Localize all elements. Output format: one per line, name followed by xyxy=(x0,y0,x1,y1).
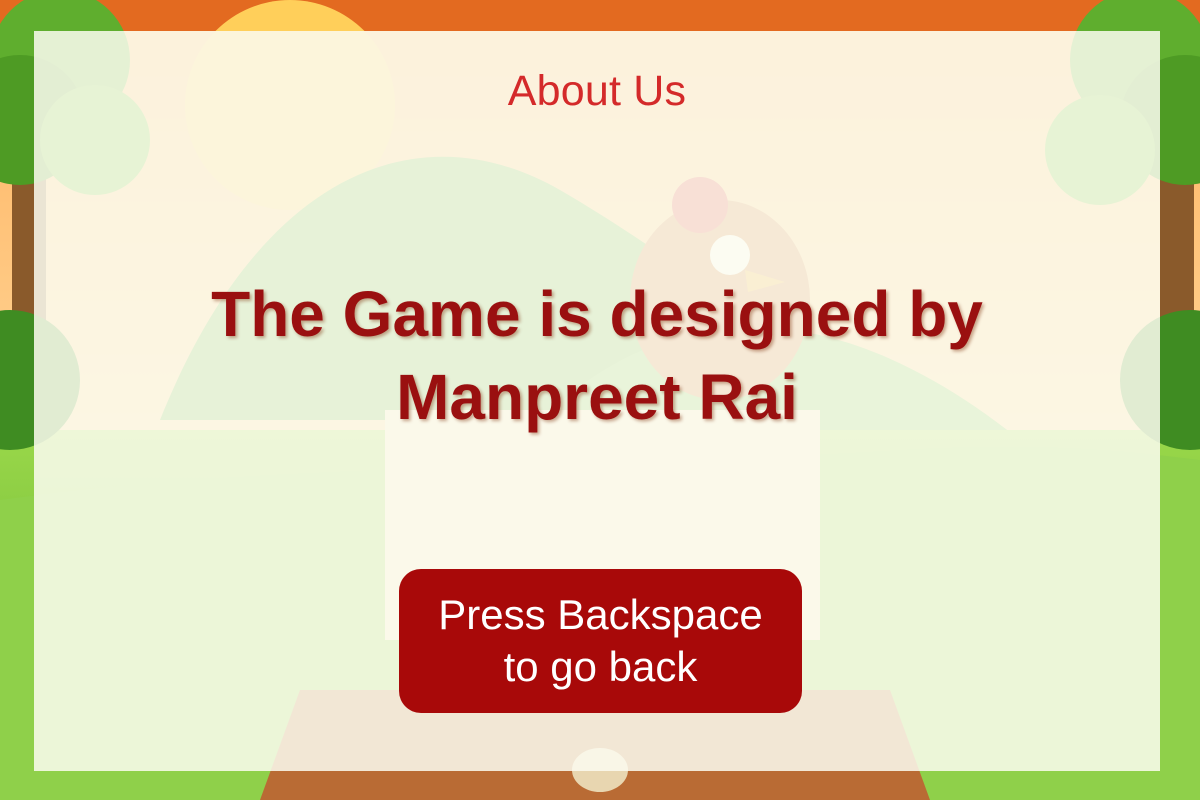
about-panel: About Us The Game is designed by Manpree… xyxy=(34,31,1160,771)
designer-credit: The Game is designed by Manpreet Rai xyxy=(34,273,1160,439)
back-button[interactable]: Press Backspace to go back xyxy=(399,569,802,713)
designer-name: Manpreet Rai xyxy=(396,361,798,434)
back-button-line: to go back xyxy=(503,643,698,690)
back-button-line: Press Backspace xyxy=(438,590,763,638)
top-orange-border xyxy=(0,0,1200,31)
page-title: About Us xyxy=(507,67,687,115)
credit-line: The Game is designed by xyxy=(211,278,983,350)
